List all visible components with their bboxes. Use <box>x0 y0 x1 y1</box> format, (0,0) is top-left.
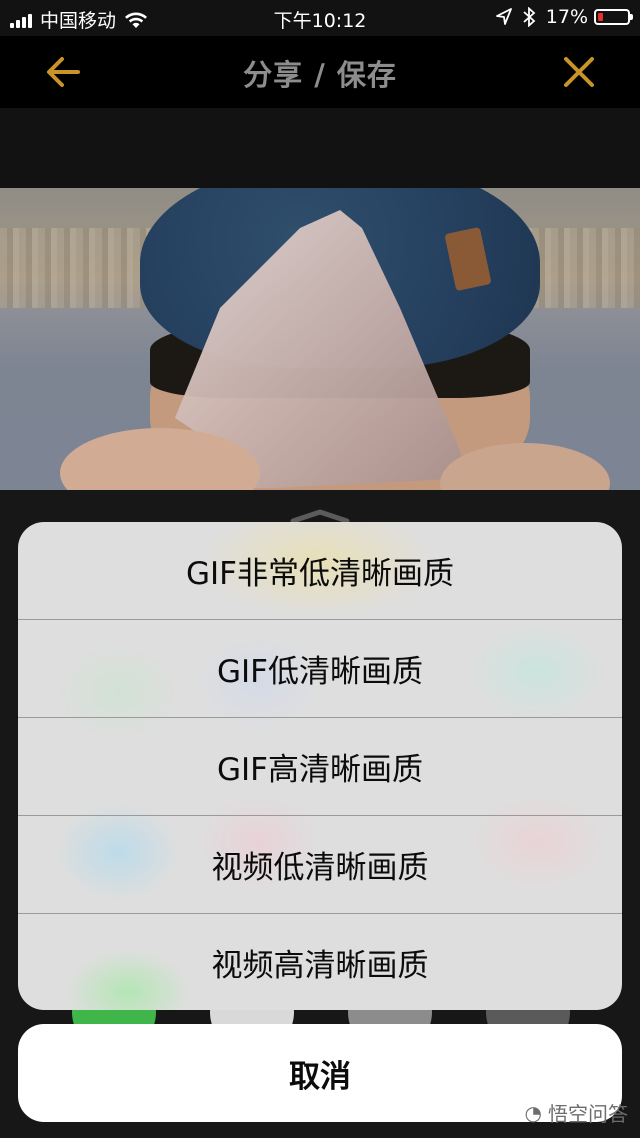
option-gif-high[interactable]: GIF高清晰画质 <box>18 718 622 815</box>
bluetooth-icon <box>523 7 536 27</box>
battery-percent: 17% <box>545 6 588 28</box>
option-gif-very-low[interactable]: GIF非常低清晰画质 <box>18 522 622 619</box>
page-title: 分享 / 保存 <box>243 58 397 92</box>
option-video-high[interactable]: 视频高清晰画质 <box>18 914 622 1010</box>
status-right: 17% <box>495 6 633 28</box>
navigation-bar: 分享 / 保存 <box>0 36 640 108</box>
battery-icon <box>594 9 633 25</box>
option-gif-low[interactable]: GIF低清晰画质 <box>18 620 622 717</box>
option-video-low[interactable]: 视频低清晰画质 <box>18 816 622 913</box>
location-icon <box>495 8 512 25</box>
battery-level <box>598 13 603 21</box>
preview-image <box>0 188 640 490</box>
watermark-text: 悟空问答 <box>548 1102 628 1126</box>
quality-action-sheet: GIF非常低清晰画质 GIF低清晰画质 GIF高清晰画质 视频低清晰画质 视频高… <box>18 522 622 1010</box>
status-bar: 中国移动 下午10:12 17% <box>0 0 640 36</box>
watermark-logo-icon: ◔ <box>524 1100 542 1125</box>
close-icon[interactable] <box>556 50 602 94</box>
watermark: ◔ 悟空问答 <box>525 1098 628 1127</box>
